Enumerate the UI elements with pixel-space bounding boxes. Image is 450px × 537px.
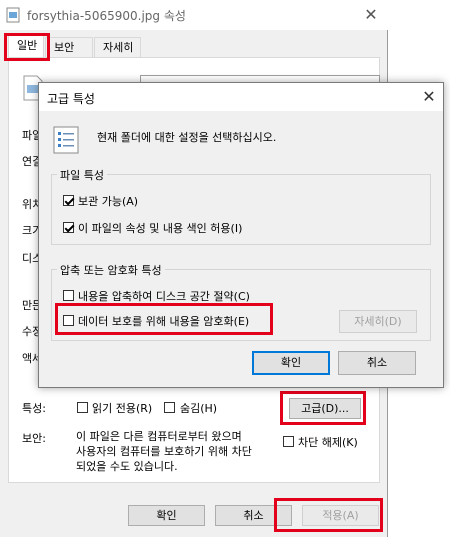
file-attributes-group-title: 파일 특성	[57, 167, 107, 183]
close-icon[interactable]: ✕	[360, 5, 382, 25]
archive-label: 보관 가능(A)	[78, 195, 139, 208]
tab-security[interactable]: 보안	[45, 37, 93, 57]
security-text-line-3: 되었을 수도 있습니다.	[76, 460, 178, 473]
readonly-label: 읽기 전용(R)	[92, 402, 153, 415]
dialog-title: 고급 특성	[47, 92, 95, 106]
hidden-label: 숨김(H)	[180, 402, 218, 415]
cancel-button[interactable]: 취소	[215, 505, 292, 526]
dialog-cancel-button[interactable]: 취소	[338, 351, 416, 375]
encrypt-label: 데이터 보호를 위해 내용을 암호화(E)	[78, 315, 250, 328]
security-text-line-1: 이 파일은 다른 컴퓨터로부터 왔으며	[76, 430, 242, 443]
index-label: 이 파일의 속성 및 내용 색인 허용(I)	[78, 222, 243, 235]
dialog-ok-button[interactable]: 확인	[252, 351, 330, 375]
image-file-icon	[6, 7, 20, 23]
dialog-title-bar	[39, 83, 443, 111]
details-button[interactable]: 자세히(D)	[339, 310, 417, 333]
advanced-attributes-dialog: 고급 특성 ✕ 현재 폴더에 대한 설정을 선택하십시오. 파일 특성 보관 가…	[38, 82, 444, 388]
archive-checkbox[interactable]	[63, 195, 74, 206]
tab-details[interactable]: 자세히	[94, 37, 141, 57]
readonly-checkbox[interactable]	[77, 402, 88, 413]
security-label: 보안:	[22, 432, 46, 445]
hidden-checkbox[interactable]	[164, 402, 175, 413]
unblock-checkbox[interactable]	[283, 436, 294, 447]
security-text-line-2: 사용자의 컴퓨터를 보호하기 위해 차단	[76, 445, 252, 458]
window-title: forsythia-5065900.jpg 속성	[27, 9, 186, 23]
tab-general[interactable]: 일반	[8, 35, 44, 58]
dialog-description: 현재 폴더에 대한 설정을 선택하십시오.	[97, 131, 277, 144]
encrypt-checkbox[interactable]	[63, 315, 74, 326]
attributes-label: 특성:	[22, 402, 46, 415]
unblock-label: 차단 해제(K)	[298, 436, 358, 449]
apply-button[interactable]: 적용(A)	[302, 505, 379, 526]
compress-encrypt-group-title: 압축 또는 암호화 특성	[57, 262, 165, 278]
settings-list-icon	[53, 126, 79, 154]
index-checkbox[interactable]	[63, 222, 74, 233]
ok-button[interactable]: 확인	[128, 505, 205, 526]
compress-label: 내용을 압축하여 디스크 공간 절약(C)	[78, 290, 250, 303]
close-icon[interactable]: ✕	[419, 87, 439, 107]
advanced-button[interactable]: 고급(D)...	[289, 398, 361, 419]
compress-checkbox[interactable]	[63, 290, 74, 301]
